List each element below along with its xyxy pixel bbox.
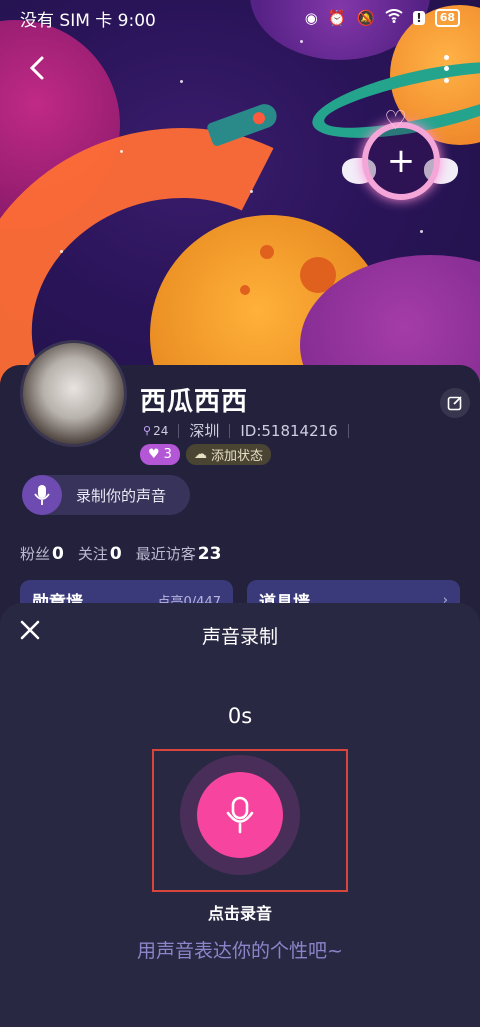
status-icon: ☁ bbox=[193, 447, 207, 462]
profile-meta: ⚲ 24 深圳 ID:51814216 bbox=[143, 420, 359, 441]
level-value: 24 bbox=[153, 423, 169, 438]
add-status-label: 添加状态 bbox=[210, 449, 263, 464]
add-status-button[interactable]: ☁ 添加状态 bbox=[185, 444, 271, 465]
more-dot-icon bbox=[443, 66, 449, 72]
level-icon: ⚲ bbox=[143, 424, 152, 437]
edit-icon bbox=[447, 396, 462, 411]
edit-profile-button[interactable] bbox=[440, 388, 470, 418]
wifi-icon bbox=[385, 9, 403, 27]
heart-icon: ♡ bbox=[384, 106, 408, 136]
visitors-count[interactable]: 23 bbox=[198, 544, 222, 564]
alarm-icon: ⏰ bbox=[327, 9, 347, 27]
avatar[interactable] bbox=[20, 340, 127, 447]
mute-icon: 🔕 bbox=[356, 9, 376, 27]
record-voice-button[interactable]: 录制你的声音 bbox=[22, 475, 190, 515]
following-label[interactable]: 关注 bbox=[78, 543, 108, 564]
record-timer: 0s bbox=[227, 704, 253, 728]
add-avatar-frame-button[interactable]: + ♡ bbox=[342, 106, 458, 212]
following-count[interactable]: 0 bbox=[110, 544, 122, 564]
profile-tags: ♥ 3 ☁ 添加状态 bbox=[140, 444, 271, 465]
more-dot-icon bbox=[443, 77, 449, 83]
status-carrier-time: 没有 SIM 卡 9:00 bbox=[20, 10, 156, 31]
alert-icon: ! bbox=[413, 11, 425, 25]
nickname: 西瓜西西 bbox=[140, 387, 249, 417]
more-dot-icon bbox=[443, 55, 449, 61]
highlight-box bbox=[152, 749, 348, 892]
heart-icon: ♥ bbox=[148, 447, 160, 462]
recorder-hint: 用声音表达你的个性吧~ bbox=[137, 940, 343, 962]
profile-stats: 粉丝 0 关注 0 最近访客 23 bbox=[20, 543, 235, 564]
microphone-icon bbox=[22, 475, 62, 515]
visitors-label[interactable]: 最近访客 bbox=[136, 543, 196, 564]
fans-count[interactable]: 0 bbox=[52, 544, 64, 564]
tap-to-record-label: 点击录音 bbox=[207, 904, 272, 923]
heart-count: 3 bbox=[163, 447, 172, 462]
fans-label[interactable]: 粉丝 bbox=[20, 543, 50, 564]
eye-icon: ◉ bbox=[304, 9, 318, 27]
status-bar: 没有 SIM 卡 9:00 ◉ ⏰ 🔕 ! 68 bbox=[0, 0, 480, 36]
heart-badge: ♥ 3 bbox=[140, 444, 180, 465]
back-button[interactable] bbox=[20, 50, 56, 86]
sheet-title: 声音录制 bbox=[201, 626, 278, 648]
more-button[interactable] bbox=[434, 52, 458, 86]
record-voice-label: 录制你的声音 bbox=[76, 486, 167, 505]
chevron-left-icon bbox=[29, 56, 44, 80]
status-icons: ◉ ⏰ 🔕 ! 68 bbox=[305, 9, 460, 27]
city: 深圳 bbox=[189, 422, 220, 440]
user-id: ID:51814216 bbox=[240, 421, 338, 440]
battery-icon: 68 bbox=[434, 9, 460, 27]
